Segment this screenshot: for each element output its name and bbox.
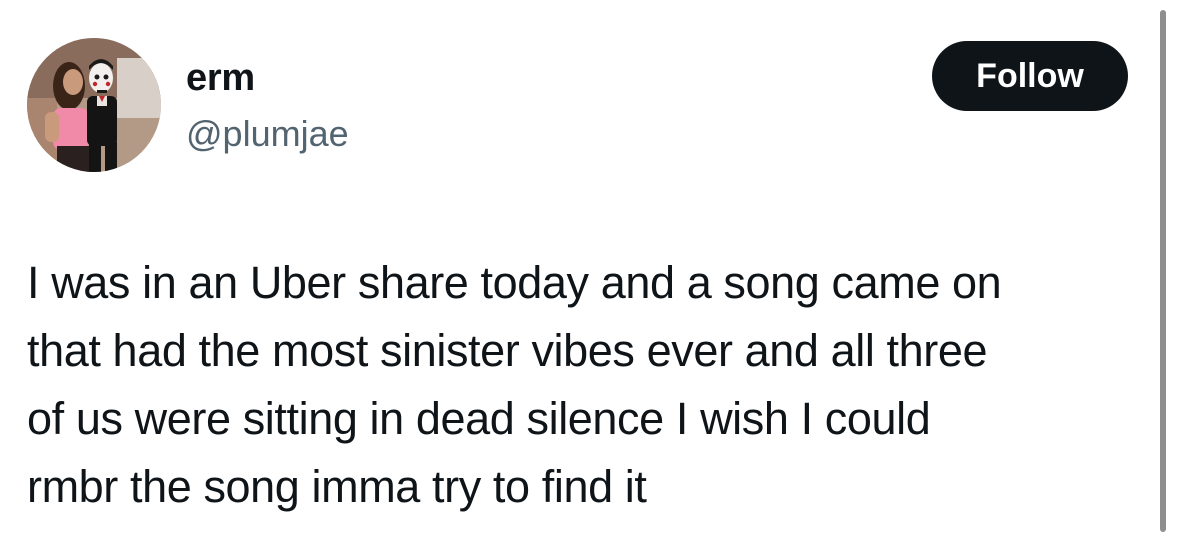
avatar-photo — [27, 38, 161, 172]
follow-button[interactable]: Follow — [932, 41, 1128, 111]
author-handle[interactable]: @plumjae — [186, 114, 349, 154]
tweet-card: erm @plumjae Follow I was in an Uber sha… — [0, 0, 1179, 533]
tweet-text: I was in an Uber share today and a song … — [27, 257, 1002, 512]
author-info: erm @plumjae — [186, 58, 349, 154]
author-display-name[interactable]: erm — [186, 58, 349, 98]
author-avatar[interactable] — [27, 38, 161, 172]
scrollbar[interactable] — [1160, 10, 1166, 532]
